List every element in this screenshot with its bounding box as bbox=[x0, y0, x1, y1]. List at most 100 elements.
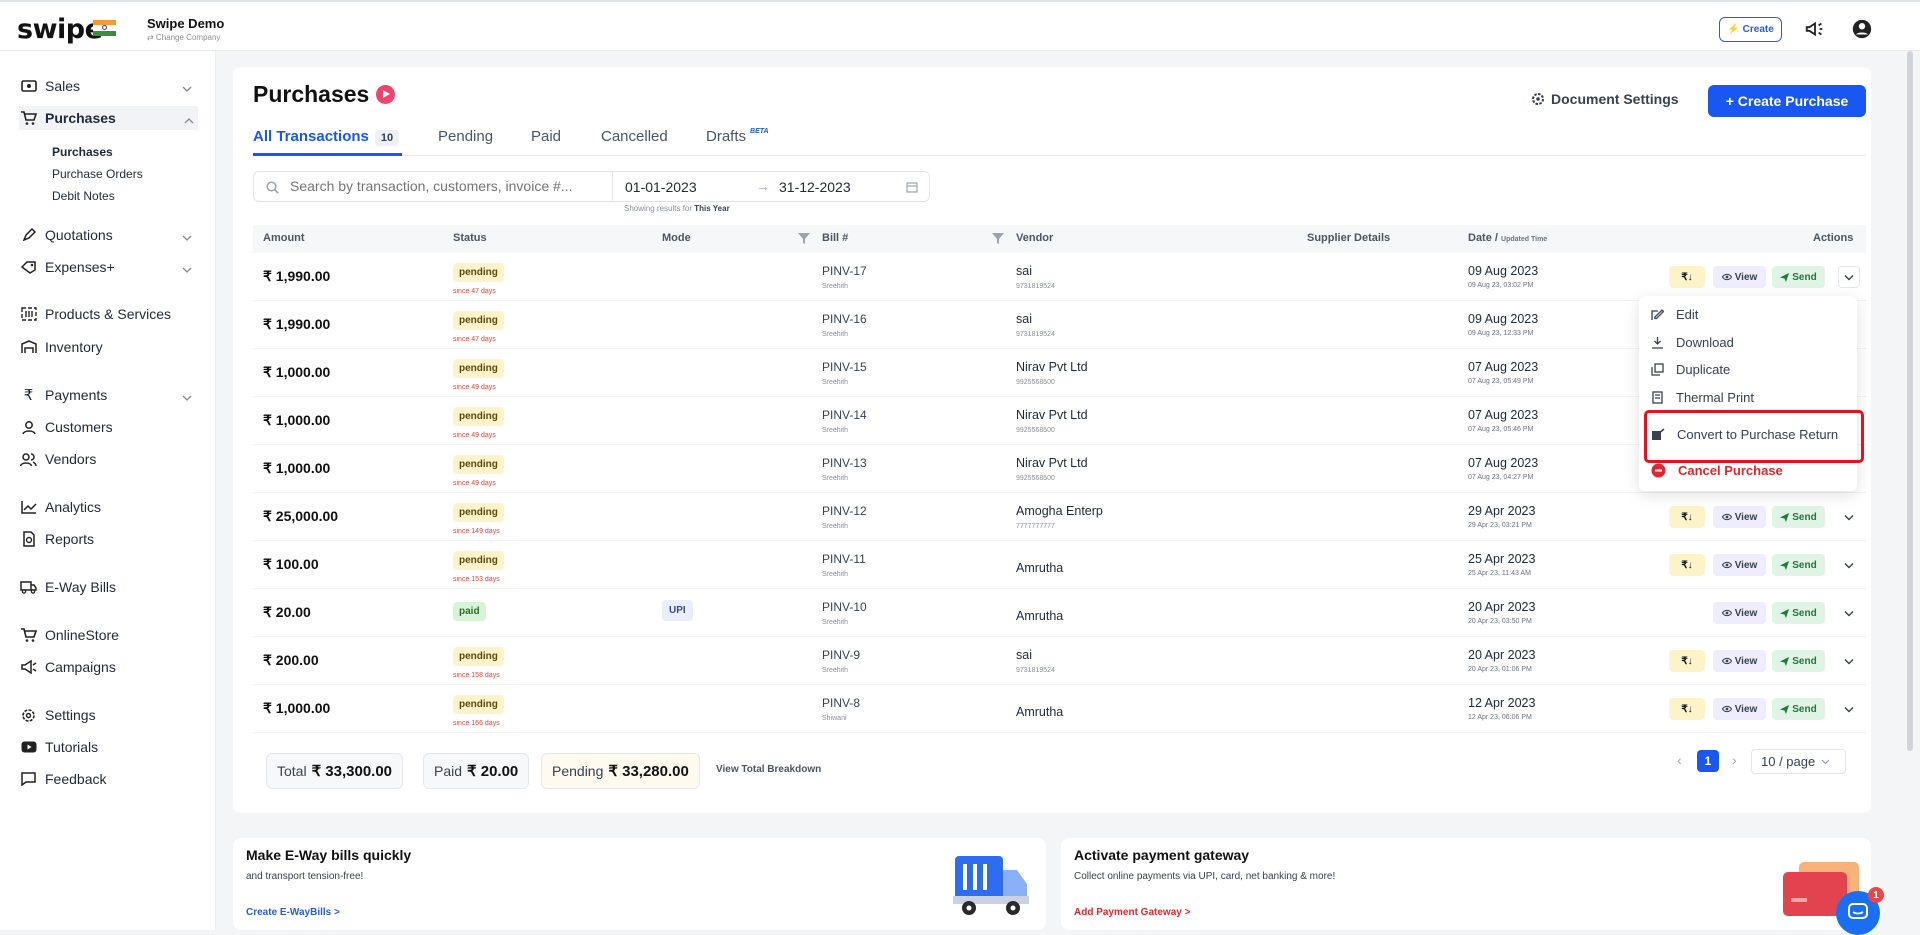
table-row[interactable]: ₹ 1,000.00 pending since 49 days PINV-14 Sre… bbox=[253, 397, 1866, 445]
sidebar-item-sales[interactable]: Sales bbox=[20, 74, 196, 98]
scrollbar-thumb[interactable] bbox=[1907, 51, 1913, 751]
create-button[interactable]: ⚡ Create bbox=[1719, 17, 1782, 42]
create-ewaybills-link[interactable]: Create E-WayBills > bbox=[246, 907, 340, 918]
change-company-link[interactable]: ⇄ Change Company bbox=[147, 33, 224, 42]
sidebar-item-feedback[interactable]: Feedback bbox=[20, 767, 196, 791]
bill-number[interactable]: PINV-14 bbox=[822, 408, 867, 422]
page-1-button[interactable]: 1 bbox=[1697, 750, 1719, 772]
company-switcher[interactable]: Swipe Demo ⇄ Change Company bbox=[147, 16, 224, 42]
view-button[interactable]: View bbox=[1713, 266, 1766, 288]
vendor-name[interactable]: Nirav Pvt Ltd bbox=[1016, 360, 1088, 374]
vendor-name[interactable]: sai bbox=[1016, 648, 1032, 662]
table-row[interactable]: ₹ 1,000.00 pending since 49 days PINV-13 Sre… bbox=[253, 445, 1866, 493]
tab-pending[interactable]: Pending bbox=[438, 128, 493, 145]
sidebar-subitem-purchases[interactable]: Purchases bbox=[52, 145, 113, 159]
vendor-name[interactable]: sai bbox=[1016, 312, 1032, 326]
more-actions-button[interactable] bbox=[1838, 266, 1860, 288]
sidebar-item-onlinestore[interactable]: OnlineStore bbox=[20, 623, 196, 647]
send-button[interactable]: Send bbox=[1772, 698, 1825, 720]
menu-item-thermal-print[interactable]: Thermal Print bbox=[1651, 390, 1754, 405]
menu-item-download[interactable]: Download bbox=[1651, 335, 1734, 350]
vendor-name[interactable]: Amrutha bbox=[1016, 561, 1063, 575]
sidebar-subitem-debit-notes[interactable]: Debit Notes bbox=[52, 189, 115, 203]
bill-number[interactable]: PINV-9 bbox=[822, 648, 860, 662]
megaphone-icon[interactable] bbox=[1804, 18, 1826, 40]
sidebar-item-inventory[interactable]: Inventory bbox=[20, 335, 196, 359]
view-total-breakdown-link[interactable]: View Total Breakdown bbox=[716, 764, 821, 775]
table-row[interactable]: ₹ 1,990.00 pending since 47 days PINV-16 Sre… bbox=[253, 301, 1866, 349]
more-actions-button[interactable] bbox=[1838, 650, 1860, 672]
tab-cancelled[interactable]: Cancelled bbox=[601, 128, 668, 145]
bill-number[interactable]: PINV-10 bbox=[822, 600, 867, 614]
table-row[interactable]: ₹ 100.00 pending since 153 days PINV-11 Sree… bbox=[253, 541, 1866, 589]
page-size-select[interactable]: 10 / page bbox=[1751, 749, 1846, 774]
scrollbar[interactable] bbox=[1904, 51, 1916, 930]
sidebar-item-purchases[interactable]: Purchases bbox=[19, 106, 198, 130]
table-row[interactable]: ₹ 200.00 pending since 158 days PINV-9 Sreeh… bbox=[253, 637, 1866, 685]
filter-icon[interactable] bbox=[798, 232, 810, 244]
table-row[interactable]: ₹ 1,000.00 pending since 166 days PINV-8 Shi… bbox=[253, 685, 1866, 733]
sidebar-subitem-purchase-orders[interactable]: Purchase Orders bbox=[52, 167, 143, 181]
menu-item-cancel-purchase[interactable]: Cancel Purchase bbox=[1651, 463, 1783, 478]
more-actions-button[interactable] bbox=[1838, 602, 1860, 624]
table-row[interactable]: ₹ 1,990.00 pending since 47 days PINV-17 Sre… bbox=[253, 253, 1866, 301]
send-button[interactable]: Send bbox=[1772, 602, 1825, 624]
send-button[interactable]: Send bbox=[1772, 266, 1825, 288]
header-date[interactable]: Date / Updated Time bbox=[1468, 232, 1547, 244]
play-tutorial-icon[interactable] bbox=[376, 85, 395, 104]
more-actions-button[interactable] bbox=[1838, 506, 1860, 528]
sidebar-item-payments[interactable]: ₹ Payments bbox=[20, 383, 196, 407]
date-to[interactable]: 31-12-2023 bbox=[779, 179, 851, 195]
tab-drafts[interactable]: Drafts BETA bbox=[706, 128, 769, 145]
bill-number[interactable]: PINV-16 bbox=[822, 312, 867, 326]
record-payment-button[interactable]: ₹↓ bbox=[1669, 698, 1705, 720]
swipe-logo[interactable]: swipe bbox=[17, 14, 103, 45]
filter-icon[interactable] bbox=[992, 232, 1004, 244]
vendor-name[interactable]: Nirav Pvt Ltd bbox=[1016, 456, 1088, 470]
bill-number[interactable]: PINV-11 bbox=[822, 552, 866, 566]
table-row[interactable]: ₹ 20.00 paid UPI PINV-10 Sreehith Amrutha 20 A… bbox=[253, 589, 1866, 637]
send-button[interactable]: Send bbox=[1772, 650, 1825, 672]
tab-all-transactions[interactable]: All Transactions 10 bbox=[253, 128, 400, 146]
view-button[interactable]: View bbox=[1713, 506, 1766, 528]
search-input[interactable] bbox=[290, 178, 600, 194]
prev-page-icon[interactable]: ‹ bbox=[1677, 752, 1682, 768]
sidebar-item-tutorials[interactable]: Tutorials bbox=[20, 735, 196, 759]
document-settings-button[interactable]: Document Settings bbox=[1531, 91, 1679, 107]
sidebar-item-settings[interactable]: Settings bbox=[20, 703, 196, 727]
record-payment-button[interactable]: ₹↓ bbox=[1669, 266, 1705, 288]
bill-number[interactable]: PINV-13 bbox=[822, 456, 867, 470]
sidebar-item-eway-bills[interactable]: E-Way Bills bbox=[20, 575, 196, 599]
sidebar-item-analytics[interactable]: Analytics bbox=[20, 495, 196, 519]
sidebar-item-products-services[interactable]: Products & Services bbox=[20, 302, 196, 326]
table-row[interactable]: ₹ 1,000.00 pending since 49 days PINV-15 Sre… bbox=[253, 349, 1866, 397]
next-page-icon[interactable]: › bbox=[1732, 752, 1737, 768]
sidebar-item-customers[interactable]: Customers bbox=[20, 415, 196, 439]
view-button[interactable]: View bbox=[1713, 602, 1766, 624]
vendor-name[interactable]: Amrutha bbox=[1016, 705, 1063, 719]
bill-number[interactable]: PINV-8 bbox=[822, 696, 860, 710]
table-row[interactable]: ₹ 25,000.00 pending since 149 days PINV-12 S… bbox=[253, 493, 1866, 541]
send-button[interactable]: Send bbox=[1772, 554, 1825, 576]
record-payment-button[interactable]: ₹↓ bbox=[1669, 506, 1705, 528]
vendor-name[interactable]: Amrutha bbox=[1016, 609, 1063, 623]
send-button[interactable]: Send bbox=[1772, 506, 1825, 528]
date-from[interactable]: 01-01-2023 bbox=[625, 179, 697, 195]
bill-number[interactable]: PINV-15 bbox=[822, 360, 867, 374]
header-amount[interactable]: Amount bbox=[263, 232, 305, 244]
sidebar-item-quotations[interactable]: Quotations bbox=[20, 223, 196, 247]
add-payment-gateway-link[interactable]: Add Payment Gateway > bbox=[1074, 907, 1190, 918]
create-purchase-button[interactable]: + Create Purchase bbox=[1708, 85, 1866, 117]
view-button[interactable]: View bbox=[1713, 554, 1766, 576]
vendor-name[interactable]: Amogha Enterp bbox=[1016, 504, 1103, 518]
vendor-name[interactable]: Nirav Pvt Ltd bbox=[1016, 408, 1088, 422]
sidebar-item-vendors[interactable]: Vendors bbox=[20, 447, 196, 471]
vendor-name[interactable]: sai bbox=[1016, 264, 1032, 278]
bill-number[interactable]: PINV-17 bbox=[822, 264, 867, 278]
tab-paid[interactable]: Paid bbox=[531, 128, 561, 145]
date-range-picker[interactable]: 01-01-2023 → 31-12-2023 bbox=[612, 171, 930, 202]
sidebar-item-campaigns[interactable]: Campaigns bbox=[20, 655, 196, 679]
user-avatar-icon[interactable] bbox=[1851, 18, 1873, 40]
menu-item-duplicate[interactable]: Duplicate bbox=[1651, 362, 1730, 377]
record-payment-button[interactable]: ₹↓ bbox=[1669, 650, 1705, 672]
